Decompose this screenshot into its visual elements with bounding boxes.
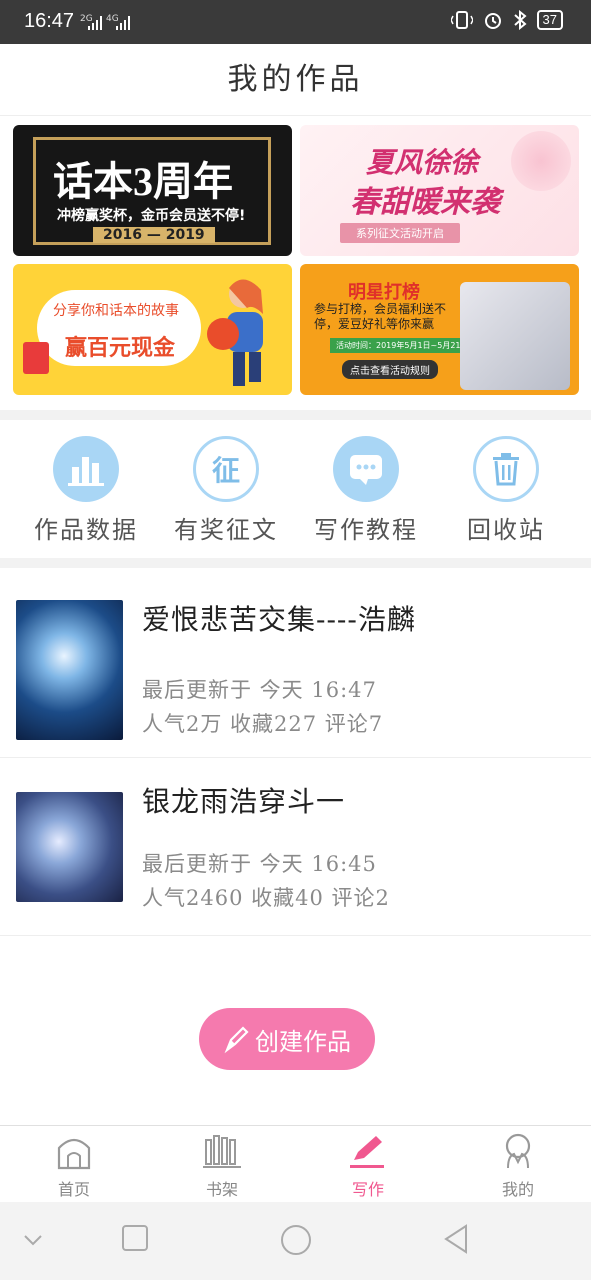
tool-label: 回收站: [467, 516, 545, 544]
chat-bubble-icon: [333, 436, 399, 502]
status-bar: 16:47 2G 4G 37: [0, 0, 591, 44]
tab-label: 我的: [501, 1180, 534, 1199]
banner-share-story[interactable]: 分享你和话本的故事 赢百元现金: [13, 264, 292, 395]
flower-decoration: [511, 131, 571, 191]
banner-anniversary[interactable]: 话本3周年 冲榜赢奖杯，金币会员送不停! 2016 — 2019: [13, 125, 292, 256]
tool-contest[interactable]: 征 有奖征文: [156, 436, 296, 545]
work-cover-image: [16, 600, 123, 740]
banner-anniversary-subtitle: 冲榜赢奖杯，金币会员送不停!: [57, 208, 246, 224]
banner-summer-title: 夏风徐徐: [366, 146, 479, 179]
red-envelope-icon: [23, 342, 49, 374]
tool-tutorial[interactable]: 写作教程: [296, 436, 436, 545]
banner-anniversary-title: 话本3周年: [53, 159, 233, 204]
banner-star-title: 明星打榜: [348, 282, 420, 303]
bookshelf-icon: [203, 1135, 241, 1168]
chevron-down-icon[interactable]: [22, 1232, 44, 1248]
battery-indicator: 37: [536, 10, 563, 30]
profile-icon: [505, 1133, 531, 1169]
work-title: 银龙雨浩穿斗一: [142, 785, 346, 818]
banner-anniversary-years: 2016 — 2019: [93, 227, 215, 243]
banner-star-rules-link[interactable]: 点击查看活动规则: [342, 360, 438, 379]
work-title: 爱恨悲苦交集----浩麟: [142, 603, 416, 636]
illustration-woman-icon: [207, 279, 263, 386]
banner-summer-contest[interactable]: 夏风徐徐 春甜暖来袭 系列征文活动开启: [300, 125, 579, 256]
tab-bookshelf[interactable]: 书架: [172, 1132, 272, 1200]
work-updated: 最后更新于 今天 16:47: [142, 678, 377, 702]
bar-chart-icon: [53, 436, 119, 502]
bluetooth-icon: [513, 10, 527, 30]
home-icon: [57, 1138, 91, 1170]
back-icon[interactable]: [442, 1224, 470, 1254]
banner-summer-subtitle: 春甜暖来袭: [350, 185, 500, 220]
tab-write[interactable]: 写作: [318, 1132, 418, 1200]
tab-home[interactable]: 首页: [24, 1132, 124, 1200]
trash-icon: [473, 436, 539, 502]
page-title: 我的作品: [227, 62, 364, 97]
work-stats: 人气2万 收藏227 评论7: [142, 712, 384, 736]
banner-star-ranking[interactable]: 明星打榜 参与打榜，会员福利送不停，爱豆好礼等你来赢 活动时间：2019年5月1…: [300, 264, 579, 395]
pencil-icon: [224, 1026, 249, 1054]
tool-label: 有奖征文: [174, 516, 278, 544]
contest-icon: 征: [193, 436, 259, 502]
alarm-icon: [484, 13, 501, 29]
signal-icon: [88, 16, 102, 30]
banner-share-title: 分享你和话本的故事: [53, 303, 179, 319]
banner-share-prize: 赢百元现金: [65, 336, 176, 361]
tab-mine[interactable]: 我的: [468, 1132, 568, 1200]
clock: 16:47: [24, 10, 75, 32]
tab-label: 写作: [351, 1180, 384, 1199]
system-nav-bar: [0, 1202, 591, 1280]
vibrate-icon: [450, 11, 473, 29]
banner-star-desc: 参与打榜，会员福利送不停，爱豆好礼等你来赢: [314, 302, 447, 331]
tool-works-data[interactable]: 作品数据: [16, 436, 156, 545]
tools-row: 作品数据 征 有奖征文 写作教程 回收站: [0, 422, 591, 558]
banner-summer-tag: 系列征文活动开启: [340, 223, 460, 243]
tab-label: 首页: [57, 1180, 90, 1199]
section-divider: [0, 410, 591, 420]
create-work-button[interactable]: 创建作品: [199, 1008, 375, 1070]
signal-icon-2: [116, 16, 130, 30]
work-item[interactable]: 银龙雨浩穿斗一 最后更新于 今天 16:45 人气2460 收藏40 评论2: [0, 758, 591, 936]
bottom-tab-bar: 首页 书架 写作 我的: [0, 1125, 591, 1202]
tab-label: 书架: [205, 1180, 238, 1199]
work-updated: 最后更新于 今天 16:45: [142, 852, 377, 876]
work-item[interactable]: 爱恨悲苦交集----浩麟 最后更新于 今天 16:47 人气2万 收藏227 评…: [0, 568, 591, 758]
work-stats: 人气2460 收藏40 评论2: [142, 886, 390, 910]
section-divider: [0, 558, 591, 568]
home-circle-icon[interactable]: [280, 1224, 312, 1256]
pen-icon: [350, 1136, 384, 1168]
recent-apps-icon[interactable]: [121, 1224, 149, 1252]
work-cover-image: [16, 792, 123, 902]
create-work-label: 创建作品: [255, 1027, 351, 1056]
tool-label: 写作教程: [314, 516, 418, 544]
title-bar: 我的作品: [0, 44, 591, 116]
tool-label: 作品数据: [34, 516, 138, 544]
tool-recycle-bin[interactable]: 回收站: [436, 436, 576, 545]
merchandise-photo: [460, 282, 570, 390]
banner-star-dates: 活动时间：2019年5月1日~5月21日: [330, 338, 475, 353]
